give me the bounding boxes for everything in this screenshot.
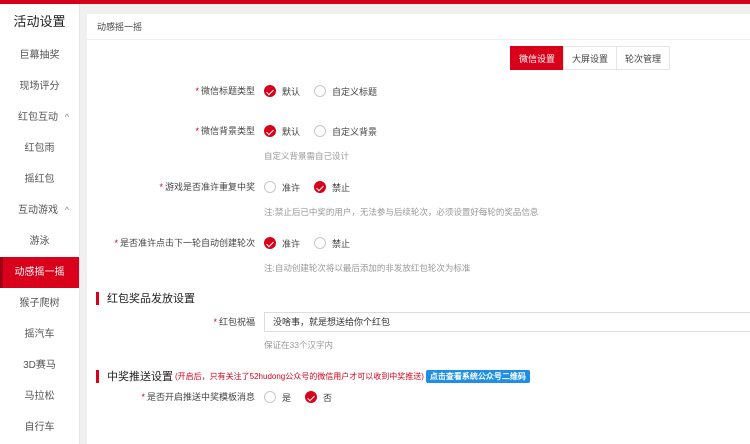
radio-unchecked-icon[interactable]: [264, 181, 276, 193]
radio-option-yes[interactable]: 是: [264, 391, 291, 404]
view-qr-code-button[interactable]: 点击查看系统公众号二维码: [425, 369, 530, 383]
sidebar-item-label: 摇红包: [24, 174, 55, 185]
sidebar-group-5[interactable]: 互动游戏 ^: [0, 195, 79, 226]
row-push-template: * 是否开启推送中奖模板消息 是 否: [87, 387, 750, 407]
greeting-input[interactable]: 没啥事，就是想送给你个红包: [264, 312, 750, 332]
radio-option-default-bg[interactable]: 默认: [264, 125, 300, 138]
settings-tabs: 微信设置 大屏设置 轮次管理: [510, 46, 670, 70]
radio-option-forbid-auto[interactable]: 禁止: [314, 237, 350, 250]
field-label-wechat-bg-type: 微信背景类型: [200, 126, 255, 136]
sidebar-item-11[interactable]: 马拉松: [0, 381, 79, 412]
sidebar-item-1[interactable]: 现场评分: [0, 71, 79, 102]
radio-option-custom-title[interactable]: 自定义标题: [314, 85, 377, 98]
chevron-up-icon: ^: [64, 205, 69, 215]
radio-checked-icon[interactable]: [305, 391, 318, 403]
required-mark: *: [141, 392, 145, 402]
radio-option-default-title[interactable]: 默认: [264, 85, 300, 98]
radio-group-wechat-bg-type: 默认 自定义背景: [264, 121, 391, 141]
sidebar-item-label: 互动游戏: [18, 205, 58, 216]
field-label-auto-round: 是否准许点击下一轮自动创建轮次: [119, 238, 255, 248]
sidebar-item-12[interactable]: 自行车: [0, 412, 79, 443]
radio-unchecked-icon[interactable]: [314, 125, 327, 137]
radio-option-forbid[interactable]: 禁止: [314, 181, 350, 194]
field-label-wechat-title-type: 微信标题类型: [200, 86, 255, 96]
field-label-greeting: 红包祝福: [218, 317, 255, 327]
push-note: (开启后，只有关注了52hudong公众号的微信用户才可以收到中奖推送): [175, 371, 424, 381]
radio-unchecked-icon[interactable]: [314, 237, 327, 249]
section-accent-bar: [96, 369, 99, 383]
hint-greeting-length: 保证在33个汉字内: [264, 340, 333, 350]
radio-group-push: 是 否: [264, 387, 346, 407]
chevron-up-icon: ^: [64, 112, 69, 122]
panel-header-title: 动感摇一摇: [87, 14, 750, 40]
sidebar-title: 活动设置: [13, 14, 66, 29]
hint-custom-bg: 自定义背景需自己设计: [264, 151, 350, 161]
radio-unchecked-icon[interactable]: [314, 85, 327, 97]
section-push-settings: 中奖推送设置 (开启后，只有关注了52hudong公众号的微信用户才可以收到中奖…: [96, 369, 530, 383]
sidebar: 活动设置 巨幕抽奖现场评分红包互动 ^ 红包雨摇红包互动游戏 ^ 游泳动感摇一摇猴子爬树…: [0, 4, 80, 444]
sidebar-item-label: 游泳: [29, 236, 50, 247]
sidebar-item-label: 红包雨: [24, 143, 55, 154]
radio-option-custom-bg[interactable]: 自定义背景: [314, 125, 377, 138]
required-mark: *: [114, 238, 118, 248]
required-mark: *: [195, 126, 199, 136]
hint-auto-round: 注:自动创建轮次将以最后添加的非发放红包轮次为标准: [264, 263, 471, 273]
sidebar-item-3[interactable]: 红包雨: [0, 133, 79, 164]
hint-repeat-win: 注:禁止后已中奖的用户，无法参与后续轮次，必须设置好每轮的奖品信息: [264, 207, 539, 217]
row-wechat-bg-type: * 微信背景类型 默认 自定义背景: [87, 121, 750, 141]
sidebar-item-4[interactable]: 摇红包: [0, 164, 79, 195]
radio-checked-icon[interactable]: [264, 125, 276, 137]
sidebar-item-9[interactable]: 摇汽车: [0, 319, 79, 350]
required-mark: *: [195, 86, 199, 96]
main-panel: 动感摇一摇 微信设置 大屏设置 轮次管理 * 微信标题类型 默认 自定义标题 * 微…: [87, 14, 750, 444]
sidebar-item-0[interactable]: 巨幕抽奖: [0, 40, 79, 71]
radio-checked-icon[interactable]: [314, 181, 327, 193]
sidebar-item-7[interactable]: 动感摇一摇: [0, 257, 79, 288]
sidebar-item-label: 红包互动: [18, 112, 58, 123]
sidebar-item-10[interactable]: 3D赛马: [0, 350, 79, 381]
radio-unchecked-icon[interactable]: [264, 391, 276, 403]
field-label-allow-repeat: 游戏是否准许重复中奖: [164, 182, 255, 192]
tab-round-management[interactable]: 轮次管理: [616, 46, 670, 70]
sidebar-item-6[interactable]: 游泳: [0, 226, 79, 257]
tab-wechat-settings[interactable]: 微信设置: [510, 46, 564, 70]
row-auto-create-round: * 是否准许点击下一轮自动创建轮次 准许 禁止: [87, 233, 750, 253]
sidebar-item-label: 巨幕抽奖: [19, 50, 60, 61]
sidebar-item-label: 猴子爬树: [19, 298, 60, 309]
radio-group-auto-round: 准许 禁止: [264, 233, 364, 253]
section-accent-bar: [96, 291, 99, 305]
sidebar-item-label: 马拉松: [24, 391, 55, 402]
radio-checked-icon[interactable]: [264, 237, 276, 249]
top-accent-bar: [0, 0, 750, 4]
sidebar-item-label: 动感摇一摇: [14, 267, 65, 278]
section-title-push: 中奖推送设置: [107, 371, 173, 383]
sidebar-item-label: 自行车: [24, 422, 55, 433]
section-redpacket-settings: 红包奖品发放设置: [96, 291, 195, 305]
field-label-push-template: 是否开启推送中奖模板消息: [146, 392, 255, 402]
radio-checked-icon[interactable]: [264, 85, 276, 97]
sidebar-item-label: 3D赛马: [23, 360, 56, 371]
radio-option-allow-auto[interactable]: 准许: [264, 237, 300, 250]
radio-option-allow[interactable]: 准许: [264, 181, 300, 194]
sidebar-item-8[interactable]: 猴子爬树: [0, 288, 79, 319]
row-allow-repeat-win: * 游戏是否准许重复中奖 准许 禁止: [87, 177, 750, 197]
section-title-redpacket: 红包奖品发放设置: [107, 293, 195, 305]
radio-group-wechat-title-type: 默认 自定义标题: [264, 81, 391, 101]
sidebar-item-label: 现场评分: [19, 81, 60, 92]
tab-bigscreen-settings[interactable]: 大屏设置: [563, 46, 617, 70]
required-mark: *: [159, 182, 163, 192]
radio-group-allow-repeat: 准许 禁止: [264, 177, 364, 197]
row-redpacket-greeting: * 红包祝福 没啥事，就是想送给你个红包: [87, 312, 750, 332]
sidebar-group-2[interactable]: 红包互动 ^: [0, 102, 79, 133]
row-wechat-title-type: * 微信标题类型 默认 自定义标题: [87, 81, 750, 101]
required-mark: *: [213, 317, 217, 327]
sidebar-item-label: 摇汽车: [24, 329, 55, 340]
radio-option-no[interactable]: 否: [305, 391, 332, 404]
